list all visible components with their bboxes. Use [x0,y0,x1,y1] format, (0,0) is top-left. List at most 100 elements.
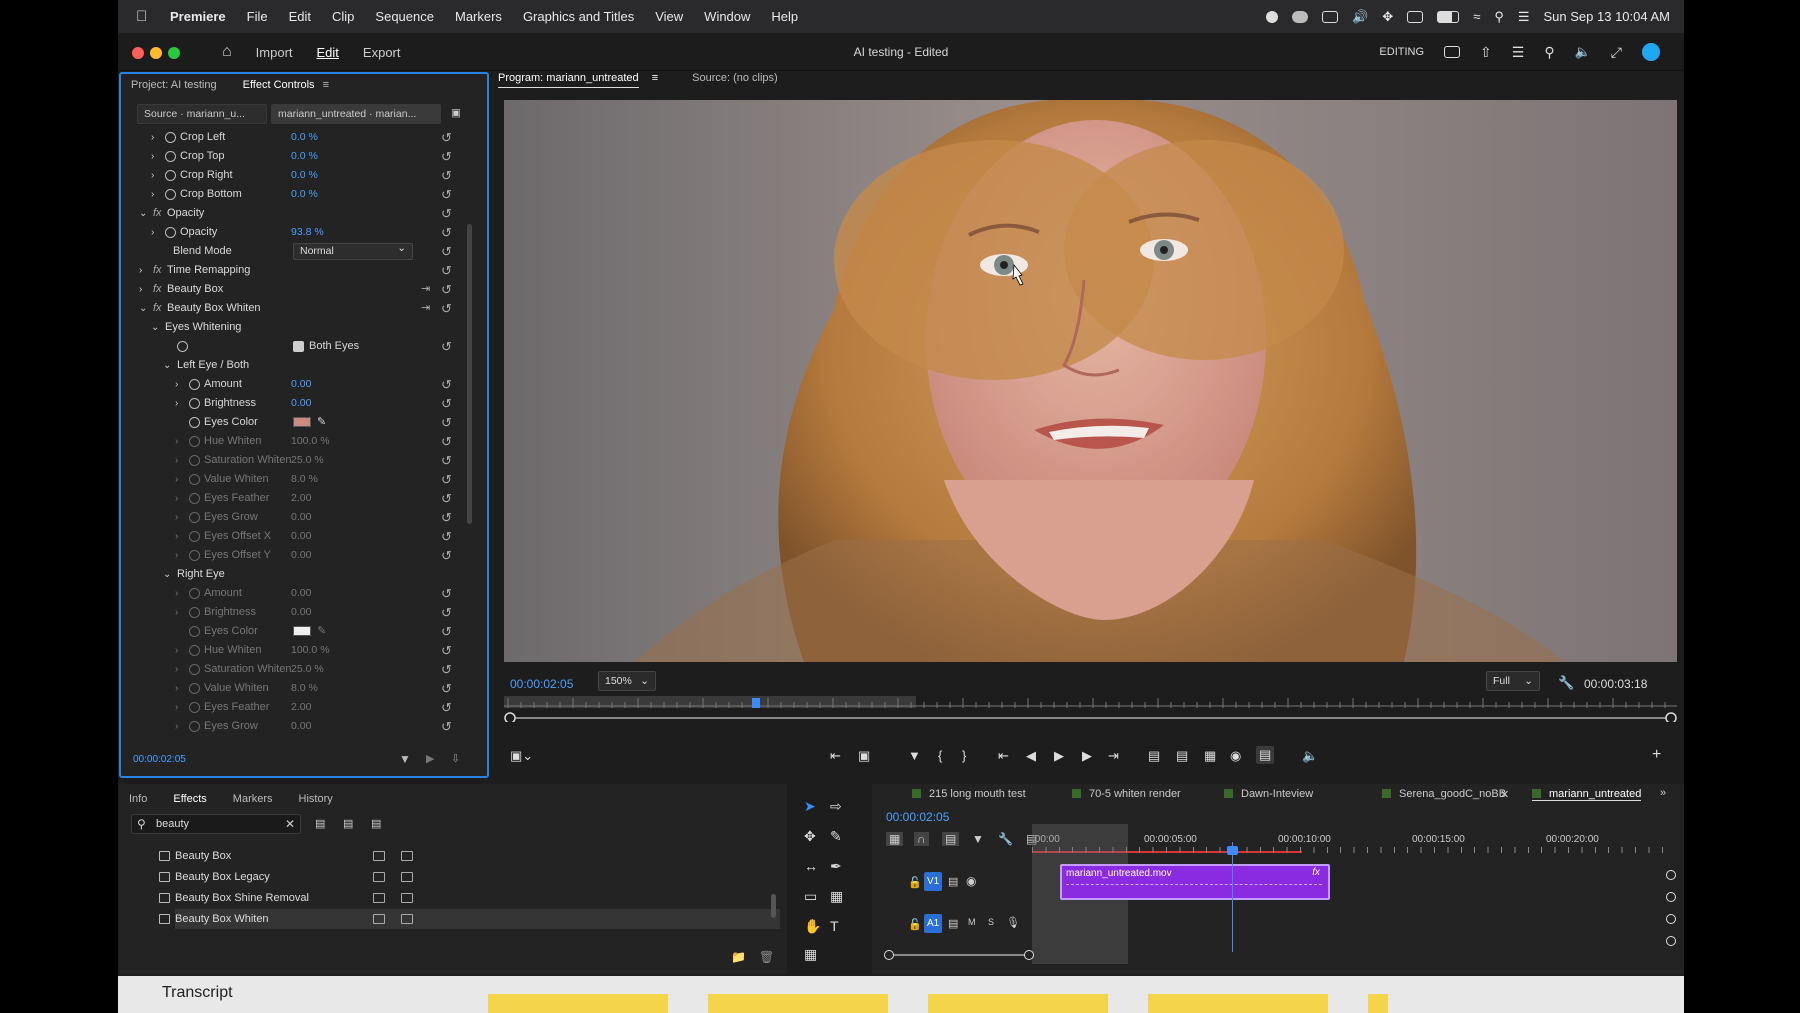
timeline-ruler[interactable]: :00:00 00:00:05:00 00:00:10:00 00:00:15:00 0… [1032,834,1672,854]
32bit-effects-icon[interactable]: ▤ [343,817,353,830]
effect-property-row[interactable]: › Eyes Grow 0.00 ↺ [121,717,469,736]
effect-property-row[interactable]: ⌄ fx Opacity ↺ [121,204,469,223]
selection-tool-icon[interactable]: ➤ [804,798,816,815]
stopwatch-icon[interactable] [189,474,200,485]
workspace-label[interactable]: EDITING [1379,46,1424,58]
chevron-down-icon[interactable]: ⌄ [151,318,159,337]
stopwatch-icon[interactable] [189,493,200,504]
tab-effects[interactable]: Effects [173,793,206,805]
chevron-right-icon[interactable]: › [175,679,178,698]
volume-icon[interactable]: 🔊 [1352,9,1368,25]
reset-parameter-icon[interactable]: ↺ [441,394,452,413]
chevron-right-icon[interactable]: › [175,660,178,679]
fullscreen-icon[interactable]: ⤢ [1611,44,1622,61]
effect-property-row[interactable]: Eyes Color ✎ ↺ [121,622,469,641]
reset-parameter-icon[interactable]: ↺ [441,128,452,147]
microphone-icon[interactable]: 🎙 [1006,916,1020,929]
effects-search-input[interactable]: beauty [131,814,301,834]
effect-property-value[interactable]: 0.0 % [291,185,318,204]
eyes-color-swatch[interactable] [293,417,311,427]
toggle-timeline-icon[interactable]: ▣ [445,104,465,124]
chevron-down-icon[interactable]: ⌄ [139,204,147,223]
stopwatch-icon[interactable] [189,721,200,732]
share-icon[interactable]: ⇧ [1480,44,1492,61]
chevron-down-icon[interactable]: ⌄ [163,565,171,584]
reset-parameter-icon[interactable]: ↺ [441,223,452,242]
fx-toggle-icon[interactable]: fx [153,204,162,223]
accelerated-effects-icon[interactable]: ▤ [315,817,325,830]
sequence-clip-tab[interactable]: mariann_untreated · marian... [271,104,441,124]
chevron-right-icon[interactable]: › [139,261,142,280]
extract-icon[interactable]: ▤ [1176,748,1188,764]
effect-property-row[interactable]: › Saturation Whiten 25.0 % ↺ [121,451,469,470]
mute-button[interactable]: M [968,917,976,927]
tab-source[interactable]: Source: (no clips) [692,72,778,94]
snap-icon[interactable]: ∩ [914,832,929,846]
stopwatch-icon[interactable] [189,607,200,618]
export-frame-icon[interactable]: ◉ [1230,748,1241,764]
effect-property-row[interactable]: › Hue Whiten 100.0 % ↺ [121,641,469,660]
effect-property-row[interactable]: › Eyes Feather 2.00 ↺ [121,698,469,717]
tab-markers[interactable]: Markers [233,793,273,805]
display-icon[interactable] [1322,10,1339,23]
eye-icon[interactable]: ◉ [966,874,976,888]
chevron-right-icon[interactable]: › [151,185,154,204]
chevron-right-icon[interactable]: › [175,508,178,527]
effect-property-row[interactable]: Eyes Color ✎ ↺ [121,413,469,432]
reset-parameter-icon[interactable]: ↺ [441,508,452,527]
menu-app[interactable]: Premiere [170,9,226,24]
audio-icon[interactable]: 🔈 [1575,44,1591,60]
menu-clip[interactable]: Clip [332,9,354,24]
chevron-down-icon[interactable]: ⌄ [163,356,171,375]
reset-parameter-icon[interactable]: ↺ [441,717,452,736]
zoom-level-select[interactable]: 150% ⌄ [598,671,656,691]
effect-property-value[interactable]: 100.0 % [291,641,330,660]
effect-property-row[interactable]: › Eyes Feather 2.00 ↺ [121,489,469,508]
effect-property-value[interactable]: 0.00 [291,527,311,546]
sync-lock-icon[interactable]: ▤ [948,875,958,888]
settings-icon[interactable]: ▣⌄ [510,748,533,764]
program-scrubber[interactable] [504,696,1677,724]
track-zoom-scrollbar[interactable] [884,950,1034,960]
chevron-right-icon[interactable]: › [175,451,178,470]
reset-parameter-icon[interactable]: ↺ [441,660,452,679]
effect-property-value[interactable]: 0.00 [291,394,311,413]
control-center-icon[interactable]: ☰ [1518,9,1530,25]
fx-toggle-icon[interactable]: fx [153,299,162,318]
effect-property-row[interactable]: › Brightness 0.00 ↺ [121,603,469,622]
effect-property-value[interactable]: 0.00 [291,584,311,603]
reset-parameter-icon[interactable]: ↺ [441,451,452,470]
more-tabs-icon[interactable]: » [1660,787,1666,799]
effect-property-row[interactable]: › Amount 0.00 ↺ [121,375,469,394]
sequence-tab[interactable]: 215 long mouth test [912,788,1026,800]
reset-parameter-icon[interactable]: ↺ [441,261,452,280]
reset-parameter-icon[interactable]: ↺ [441,489,452,508]
play-audio-icon[interactable]: ▶ [426,752,434,765]
stopwatch-icon[interactable] [189,531,200,542]
wifi-icon[interactable]: ≈ [1473,9,1480,24]
wrench-icon[interactable]: 🔧 [1558,675,1574,691]
tab-effect-controls[interactable]: Effect Controls [243,79,315,91]
chevron-down-icon[interactable]: ⌄ [139,299,147,318]
add-marker-icon[interactable]: ▼ [908,748,921,763]
lift-icon[interactable]: ▣ [858,748,870,764]
effect-property-value[interactable]: 0.0 % [291,128,318,147]
menu-markers[interactable]: Markers [455,9,502,24]
caption-tool-icon[interactable]: ▦ [804,946,817,963]
crop-tool-icon[interactable]: ▦ [830,888,843,905]
reset-parameter-icon[interactable]: ↺ [441,147,452,166]
chevron-right-icon[interactable]: › [175,489,178,508]
effect-property-value[interactable]: 8.0 % [291,470,318,489]
effect-property-row[interactable]: › fx Beauty Box ⇥ ↺ [121,280,469,299]
chevron-right-icon[interactable]: › [151,128,154,147]
menu-sequence[interactable]: Sequence [375,9,434,24]
stopwatch-icon[interactable] [189,398,200,409]
menu-view[interactable]: View [655,9,683,24]
effect-property-value[interactable]: 0.00 [291,717,311,736]
new-bin-icon[interactable]: 📁 [731,950,746,964]
reset-parameter-icon[interactable]: ↺ [441,413,452,432]
track-select-icon[interactable]: ⇨ [830,798,842,815]
effect-list-item[interactable]: Beauty Box [159,846,780,866]
source-clip-tab[interactable]: Source · mariann_u... [137,104,267,124]
timeline-settings-icon[interactable]: 🔧 [998,832,1013,846]
